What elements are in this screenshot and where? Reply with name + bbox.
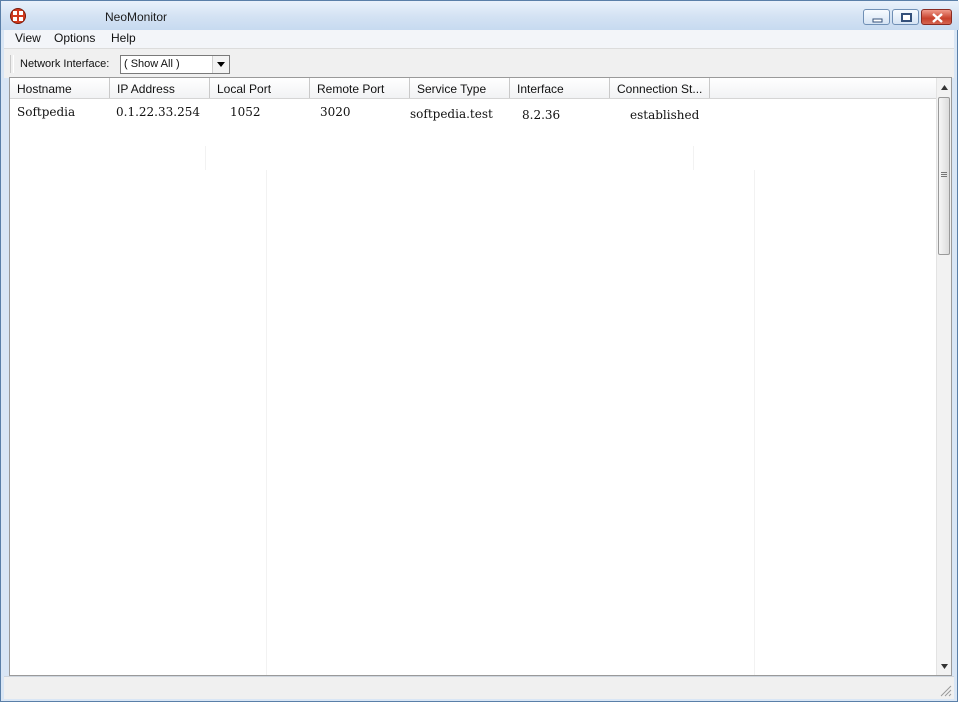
minimize-icon	[872, 18, 883, 23]
menu-view[interactable]: View	[15, 31, 41, 45]
scroll-up-arrow-icon[interactable]	[941, 85, 948, 90]
close-icon	[932, 13, 943, 23]
column-header-label: Remote Port	[317, 82, 385, 96]
column-header-service-type[interactable]: Service Type	[410, 78, 510, 98]
connections-list[interactable]: Hostname IP Address Local Port Remote Po…	[9, 77, 952, 676]
column-header-hostname[interactable]: Hostname	[10, 78, 110, 98]
divider	[754, 170, 755, 675]
column-header-interface[interactable]: Interface	[510, 78, 610, 98]
cell-remote-port: 3020	[320, 105, 351, 119]
cell-hostname: Softpedia	[17, 105, 76, 119]
window-title: NeoMonitor	[105, 10, 168, 24]
cell-interface: 8.2.36	[522, 108, 561, 122]
column-header-remote-port[interactable]: Remote Port	[310, 78, 410, 98]
column-header-label: Local Port	[217, 82, 272, 96]
menu-help[interactable]: Help	[111, 31, 136, 45]
network-interface-select[interactable]: ( Show All )	[120, 55, 230, 74]
column-header-label: Interface	[517, 82, 564, 96]
cell-service-type: softpedia.test	[410, 107, 493, 121]
column-header-local-port[interactable]: Local Port	[210, 78, 310, 98]
toolbar-grip-icon[interactable]	[10, 55, 14, 73]
column-header-label: Service Type	[417, 82, 487, 96]
neomonitor-app-icon	[10, 8, 26, 24]
network-interface-label: Network Interface:	[20, 58, 110, 70]
cell-local-port: 1052	[230, 105, 261, 119]
column-header-label: Hostname	[17, 82, 72, 96]
restore-button[interactable]	[892, 9, 919, 25]
vertical-scrollbar[interactable]	[936, 78, 951, 675]
minimize-button[interactable]	[863, 9, 890, 25]
column-header-ip-address[interactable]: IP Address	[110, 78, 210, 98]
divider	[205, 146, 206, 170]
divider	[693, 146, 694, 170]
menu-bar: View Options Help	[4, 30, 954, 48]
restore-icon	[901, 13, 912, 22]
toolbar: Network Interface: ( Show All )	[4, 48, 954, 78]
close-button[interactable]	[921, 9, 952, 25]
network-interface-value: ( Show All )	[124, 58, 180, 70]
cell-ip-address: 0.1.22.33.254	[116, 105, 200, 119]
divider	[266, 170, 267, 675]
column-header-label: Connection St...	[617, 82, 703, 96]
scroll-down-arrow-icon[interactable]	[941, 664, 948, 669]
cell-connection-state: established	[630, 108, 700, 122]
resize-grip-icon[interactable]	[940, 685, 952, 697]
status-bar	[4, 676, 954, 699]
column-header-row: Hostname IP Address Local Port Remote Po…	[10, 78, 936, 99]
title-bar[interactable]: NeoMonitor	[1, 1, 959, 30]
column-header-label: IP Address	[117, 82, 175, 96]
menu-options[interactable]: Options	[54, 31, 95, 45]
app-window: NeoMonitor View Options Help Network Int…	[0, 0, 959, 702]
scrollbar-thumb[interactable]	[938, 97, 950, 255]
column-header-connection-state[interactable]: Connection St...	[610, 78, 710, 98]
dropdown-arrow-icon[interactable]	[212, 56, 229, 73]
